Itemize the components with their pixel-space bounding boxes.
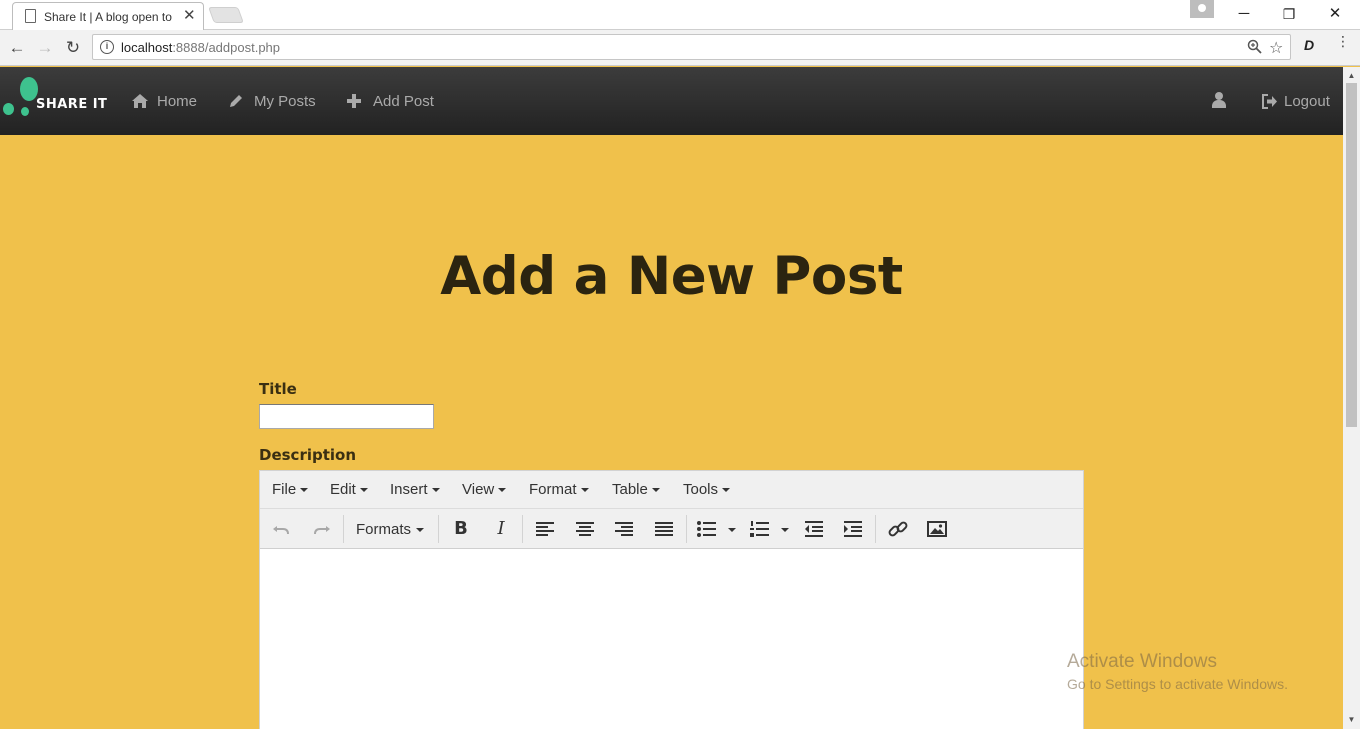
reload-button[interactable]: ↻ — [62, 37, 84, 59]
menu-file[interactable]: File — [272, 481, 308, 498]
home-icon — [131, 93, 149, 109]
browser-menu-icon[interactable]: ⋮ — [1336, 34, 1350, 48]
forward-button[interactable]: → — [34, 37, 56, 59]
watermark-subtitle: Go to Settings to activate Windows. — [1067, 676, 1288, 692]
back-button[interactable]: ← — [6, 37, 28, 59]
menu-format[interactable]: Format — [529, 481, 589, 498]
editor-toolbar: Formats B I — [260, 509, 1083, 549]
pencil-icon — [228, 93, 246, 109]
bullet-list-dropdown-icon[interactable] — [728, 528, 736, 532]
site-logo[interactable]: SHARE IT — [3, 77, 113, 122]
nav-home[interactable]: Home — [131, 67, 197, 135]
watermark-title: Activate Windows — [1067, 651, 1217, 672]
bold-icon[interactable]: B — [448, 517, 474, 541]
toolbar-separator — [875, 515, 876, 543]
rich-text-editor: File Edit Insert View Format Table Tools… — [259, 470, 1084, 729]
plus-icon — [347, 94, 365, 108]
scroll-up-arrow[interactable]: ▲ — [1343, 71, 1360, 80]
activation-watermark: Activate Windows Go to Settings to activ… — [1067, 651, 1288, 692]
logout-link[interactable]: Logout — [1262, 67, 1330, 135]
nav-home-label: Home — [157, 92, 198, 110]
nav-add-post[interactable]: Add Post — [347, 67, 434, 135]
align-center-icon[interactable] — [572, 517, 598, 541]
brand-name: SHARE IT — [36, 97, 108, 112]
browser-tab[interactable]: Share It | A blog open to ✕ — [12, 2, 204, 30]
menu-insert[interactable]: Insert — [390, 481, 440, 498]
user-icon-head — [1215, 92, 1223, 100]
address-bar[interactable]: i localhost:8888/addpost.php ☆ — [92, 34, 1291, 60]
info-icon[interactable]: i — [100, 40, 114, 54]
editor-content-area[interactable] — [260, 550, 1083, 729]
align-right-icon[interactable] — [611, 517, 637, 541]
page-title: Add a New Post — [440, 246, 903, 307]
undo-icon[interactable] — [269, 517, 295, 541]
title-label: Title — [259, 380, 297, 398]
tab-title: Share It | A blog open to — [44, 10, 172, 24]
numbered-list-dropdown-icon[interactable] — [781, 528, 789, 532]
user-icon-body — [1212, 100, 1226, 108]
numbered-list-icon[interactable] — [747, 517, 773, 541]
url-host: localhost — [121, 40, 173, 55]
indent-icon[interactable] — [840, 517, 866, 541]
extension-icon[interactable]: D — [1304, 37, 1314, 53]
page-scrollbar[interactable]: ▲ ▼ — [1343, 67, 1360, 729]
minimize-button[interactable]: ─ — [1229, 3, 1259, 25]
align-justify-icon[interactable] — [651, 517, 677, 541]
close-window-button[interactable]: ✕ — [1320, 3, 1350, 25]
editor-menubar: File Edit Insert View Format Table Tools — [260, 471, 1083, 509]
align-left-icon[interactable] — [532, 517, 558, 541]
url-path: :8888/addpost.php — [172, 40, 281, 55]
menu-tools[interactable]: Tools — [683, 481, 730, 498]
bookmark-star-icon[interactable]: ☆ — [1269, 38, 1283, 58]
menu-table[interactable]: Table — [612, 481, 660, 498]
restore-button[interactable]: ❐ — [1274, 3, 1304, 25]
toolbar-separator — [343, 515, 344, 543]
logout-icon — [1262, 93, 1278, 109]
formats-dropdown[interactable]: Formats — [356, 521, 424, 538]
menu-edit[interactable]: Edit — [330, 481, 368, 498]
toolbar-separator — [686, 515, 687, 543]
user-icon[interactable] — [1211, 92, 1227, 108]
document-icon — [25, 9, 36, 23]
nav-add-post-label: Add Post — [373, 92, 434, 110]
menu-view[interactable]: View — [462, 481, 506, 498]
logout-label: Logout — [1284, 92, 1330, 110]
toolbar-separator — [522, 515, 523, 543]
italic-icon[interactable]: I — [488, 517, 514, 541]
logo-dot — [21, 107, 29, 116]
link-icon[interactable] — [885, 517, 911, 541]
outdent-icon[interactable] — [801, 517, 827, 541]
title-input[interactable] — [259, 404, 434, 429]
url-text: localhost:8888/addpost.php — [121, 40, 280, 55]
profile-icon[interactable] — [1190, 0, 1214, 18]
toolbar-separator — [438, 515, 439, 543]
description-label: Description — [259, 446, 357, 464]
nav-my-posts[interactable]: My Posts — [228, 67, 316, 135]
browser-tabstrip: Share It | A blog open to ✕ ─ ❐ ✕ — [0, 0, 1360, 30]
new-tab-button[interactable] — [208, 7, 244, 23]
zoom-icon[interactable] — [1247, 39, 1262, 54]
scroll-down-arrow[interactable]: ▼ — [1343, 715, 1360, 724]
nav-my-posts-label: My Posts — [254, 92, 316, 110]
logo-dot — [3, 103, 14, 115]
image-icon[interactable] — [924, 517, 950, 541]
tab-close-icon[interactable]: ✕ — [183, 7, 196, 25]
redo-icon[interactable] — [308, 517, 334, 541]
site-navbar: SHARE IT Home My Posts Add Post Logout — [0, 67, 1343, 135]
bullet-list-icon[interactable] — [694, 517, 720, 541]
scrollbar-thumb[interactable] — [1346, 83, 1357, 427]
browser-toolbar: ← → ↻ i localhost:8888/addpost.php ☆ D ⋮ — [0, 30, 1360, 66]
